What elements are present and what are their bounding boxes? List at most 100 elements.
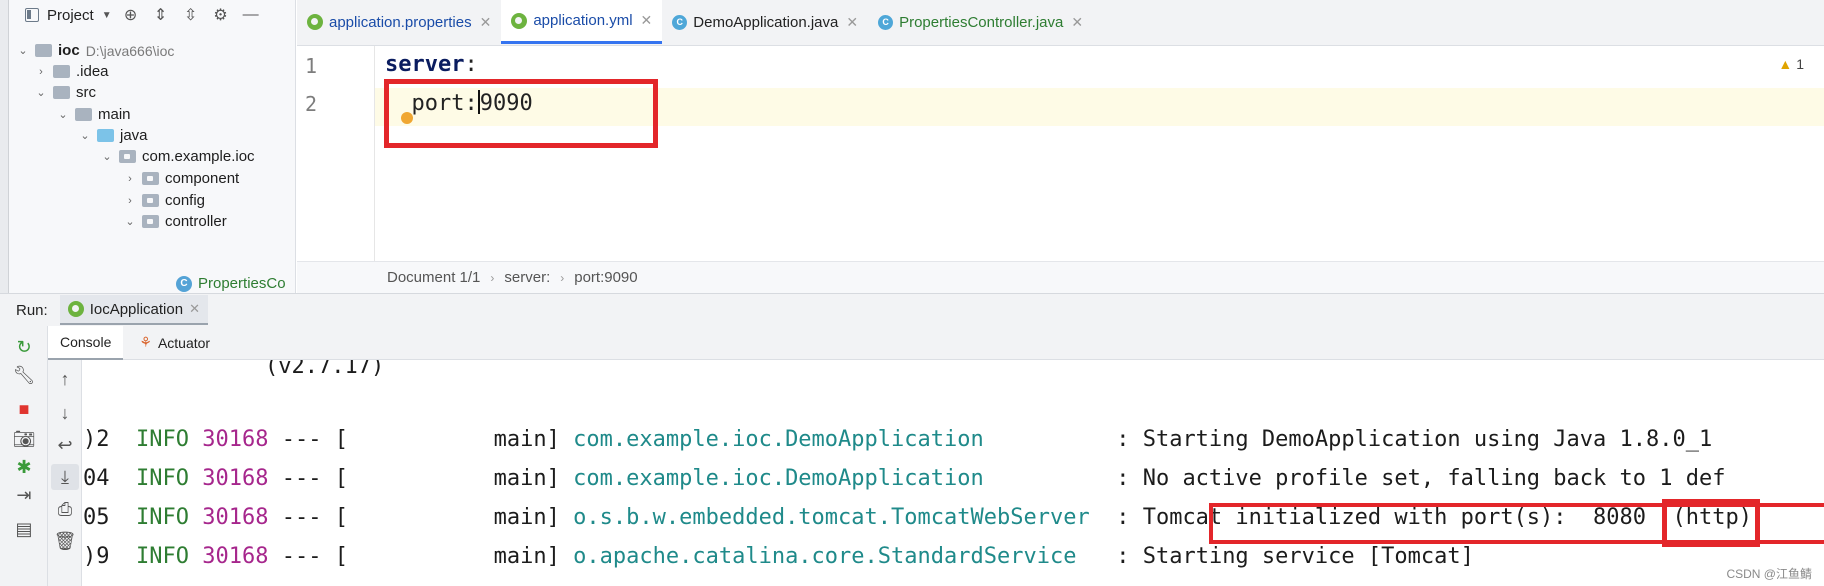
line-number: 1 xyxy=(305,54,318,78)
soft-wrap-icon[interactable]: ↩ xyxy=(51,432,79,458)
chevron-down-icon[interactable]: ▼ xyxy=(102,10,112,21)
spring-boot-icon xyxy=(67,301,84,317)
tree-item-label: PropertiesCo xyxy=(198,275,286,292)
spring-config-icon xyxy=(307,14,323,30)
yaml-colon: : xyxy=(464,52,478,77)
inspection-warning[interactable]: ▲ 1 xyxy=(1778,56,1804,72)
package-icon xyxy=(142,215,159,228)
expand-all-icon[interactable]: ⇕ xyxy=(150,5,172,25)
tab-label: PropertiesController.java xyxy=(899,13,1064,31)
warning-icon: ▲ xyxy=(1778,56,1793,72)
tab-application-yml[interactable]: application.yml ✕ xyxy=(501,0,663,44)
chevron-down-icon[interactable]: ⌄ xyxy=(124,215,136,228)
tab-label: Actuator xyxy=(157,334,211,351)
chevron-down-icon[interactable]: ⌄ xyxy=(101,150,113,163)
chevron-right-icon[interactable]: › xyxy=(124,195,136,207)
camera-icon[interactable]: 📷︎ xyxy=(10,426,38,452)
tree-item-label: main xyxy=(98,106,131,123)
arrow-down-icon[interactable]: ↓ xyxy=(51,400,79,426)
layout-icon[interactable]: ▤ xyxy=(10,516,38,542)
folder-icon xyxy=(53,86,70,99)
run-subtabs: Console ⚘ Actuator xyxy=(48,325,1824,360)
console-output[interactable]: (v2.7.17) )2 INFO 30168 --- [ main] com.… xyxy=(83,360,1824,586)
tree-item-label: controller xyxy=(165,213,227,230)
spring-banner-version: (v2.7.17) xyxy=(265,360,385,379)
tree-item-controller[interactable]: ⌄ controller xyxy=(124,209,227,234)
code-line-1[interactable]: server: xyxy=(385,52,478,77)
arrow-up-icon[interactable]: ↑ xyxy=(51,366,79,392)
class-icon: C xyxy=(878,14,894,30)
tree-item-label: ioc xyxy=(58,42,80,59)
tab-label: application.properties xyxy=(329,13,472,31)
project-view-selector[interactable]: Project xyxy=(47,7,94,24)
run-config-tab[interactable]: IocApplication ✕ xyxy=(59,295,208,325)
close-icon[interactable]: ✕ xyxy=(1071,14,1083,31)
collapse-all-icon[interactable]: ⇳ xyxy=(180,5,202,25)
package-icon xyxy=(142,172,159,185)
tree-item-label: com.example.ioc xyxy=(142,148,255,165)
log-line: 04 INFO 30168 --- [ main] com.example.io… xyxy=(83,466,1726,491)
breadcrumb: Document 1/1 › server: › port:9090 xyxy=(297,261,1824,293)
tree-item-label: .idea xyxy=(76,63,109,80)
gear-icon[interactable]: ⚙ xyxy=(210,5,232,25)
close-icon[interactable]: ✕ xyxy=(480,14,492,31)
run-config-label: IocApplication xyxy=(89,300,184,318)
class-icon: C xyxy=(176,275,192,292)
close-icon[interactable]: ✕ xyxy=(641,12,653,29)
tree-item-path: D:\java666\ioc xyxy=(85,42,175,59)
breadcrumb-item[interactable]: Document 1/1 xyxy=(387,269,480,286)
source-folder-icon xyxy=(97,129,114,142)
rerun-icon[interactable]: ↻ xyxy=(10,334,38,360)
stop-icon[interactable]: ■ xyxy=(10,396,38,422)
tab-actuator[interactable]: ⚘ Actuator xyxy=(127,326,222,360)
tree-item-label: java xyxy=(120,127,148,144)
annotation-highlight-box xyxy=(1662,499,1760,547)
chevron-down-icon[interactable]: ⌄ xyxy=(57,108,69,121)
chevron-down-icon[interactable]: ⌄ xyxy=(17,44,29,57)
chevron-down-icon[interactable]: ⌄ xyxy=(79,129,91,142)
chevron-right-icon: › xyxy=(490,270,495,285)
log-line: )9 INFO 30168 --- [ main] o.apache.catal… xyxy=(83,544,1474,569)
minimize-icon[interactable]: — xyxy=(240,6,262,24)
print-icon[interactable]: ⎙ xyxy=(51,496,79,522)
package-icon xyxy=(119,150,136,163)
warning-count: 1 xyxy=(1796,56,1804,72)
tab-console[interactable]: Console xyxy=(48,325,124,360)
spring-config-icon xyxy=(511,12,528,29)
project-toolbar: Project ▼ ⊕ ⇕ ⇳ ⚙ — xyxy=(9,0,295,30)
wrench-icon[interactable]: 🔧︎ xyxy=(10,362,38,388)
yaml-key-server: server xyxy=(385,52,465,77)
tab-properties-controller[interactable]: C PropertiesController.java ✕ xyxy=(868,0,1093,44)
watermark: CSDN @江鱼鲭 xyxy=(1726,567,1812,581)
project-view-icon xyxy=(25,8,39,22)
folder-icon xyxy=(75,108,92,121)
tab-application-properties[interactable]: application.properties ✕ xyxy=(297,0,501,44)
tab-label: DemoApplication.java xyxy=(693,13,839,31)
breadcrumb-item[interactable]: server: xyxy=(504,269,550,286)
tab-demo-application[interactable]: C DemoApplication.java ✕ xyxy=(662,0,868,44)
chevron-down-icon[interactable]: ⌄ xyxy=(35,86,47,99)
project-panel: Project ▼ ⊕ ⇕ ⇳ ⚙ — ⌄ ioc D:\java666\ioc… xyxy=(9,0,296,293)
chevron-right-icon[interactable]: › xyxy=(124,173,136,185)
locate-icon[interactable]: ⊕ xyxy=(120,5,142,25)
tree-item-label: component xyxy=(165,170,240,187)
close-icon[interactable]: ✕ xyxy=(189,301,200,317)
chevron-right-icon: › xyxy=(560,270,565,285)
debug-icon[interactable]: ✱ xyxy=(10,454,38,480)
code-editor[interactable]: 1 2 server: port:9090 ▲ 1 xyxy=(297,46,1824,261)
line-gutter: 1 2 xyxy=(297,46,375,261)
folder-icon xyxy=(53,65,70,78)
chevron-right-icon[interactable]: › xyxy=(35,66,47,78)
module-folder-icon xyxy=(35,44,52,57)
actuator-icon: ⚘ xyxy=(139,334,152,350)
scroll-to-end-icon[interactable]: ⤓ xyxy=(51,464,79,490)
annotation-highlight-box xyxy=(384,79,658,148)
login-icon[interactable]: ⇥ xyxy=(10,482,38,508)
close-icon[interactable]: ✕ xyxy=(846,14,858,31)
trash-icon[interactable]: 🗑︎ xyxy=(51,528,79,554)
tree-item-properties-controller[interactable]: C PropertiesCo xyxy=(176,271,286,293)
line-number: 2 xyxy=(305,92,318,116)
breadcrumb-item[interactable]: port:9090 xyxy=(574,269,637,286)
tree-item-label: config xyxy=(165,192,206,209)
package-icon xyxy=(142,194,159,207)
